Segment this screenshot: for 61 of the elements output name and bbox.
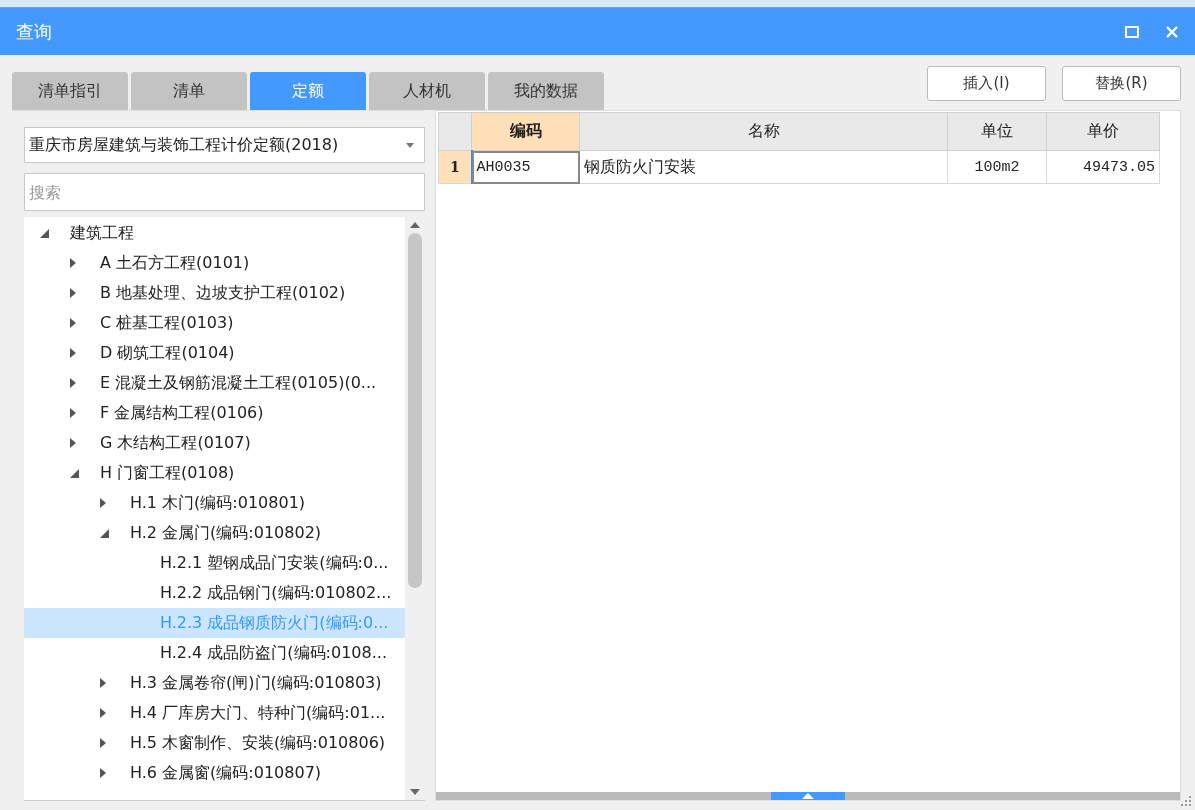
tab[interactable]: 人材机 [369, 72, 485, 110]
tree-item[interactable]: H.2.4 成品防盗门(编码:0108... [24, 638, 405, 668]
tree-item[interactable]: H.4 厂库房大门、特种门(编码:01... [24, 698, 405, 728]
collapse-icon[interactable] [40, 228, 49, 238]
expand-icon[interactable] [70, 438, 76, 448]
collapse-icon[interactable] [100, 528, 109, 538]
table-cell: 钢质防火门安装 [579, 150, 948, 184]
action-button[interactable]: 替换(R) [1062, 66, 1181, 101]
tree-item[interactable]: 建筑工程 [24, 218, 405, 248]
row-number[interactable]: 1 [438, 150, 472, 184]
expand-up-icon[interactable] [802, 793, 814, 799]
expand-icon[interactable] [100, 738, 106, 748]
tree-item[interactable]: H.5 木窗制作、安装(编码:010806) [24, 728, 405, 758]
tree-item[interactable]: A 土石方工程(0101) [24, 248, 405, 278]
column-header[interactable]: 单位 [947, 112, 1047, 151]
table-cell: 100m2 [947, 150, 1047, 184]
expand-icon[interactable] [70, 288, 76, 298]
tree-item[interactable]: H.2 金属门(编码:010802) [24, 518, 405, 548]
tree-item[interactable]: D 砌筑工程(0104) [24, 338, 405, 368]
table-cell: AH0035 [471, 150, 580, 184]
resize-grip-icon[interactable] [1180, 795, 1192, 807]
table-cell: 49473.05 [1046, 150, 1160, 184]
tree-item[interactable]: B 地基处理、边坡支护工程(0102) [24, 278, 405, 308]
splitter-handle[interactable] [771, 792, 845, 800]
tree-item[interactable]: H.1 木门(编码:010801) [24, 488, 405, 518]
expand-icon[interactable] [70, 378, 76, 388]
expand-icon[interactable] [70, 258, 76, 268]
tree-item[interactable]: H.6 金属窗(编码:010807) [24, 758, 405, 788]
search-field[interactable]: 搜索 [24, 173, 425, 211]
expand-icon[interactable] [70, 408, 76, 418]
expand-icon[interactable] [70, 348, 76, 358]
window-title: 查询 [16, 19, 52, 44]
tab[interactable]: 我的数据 [488, 72, 604, 110]
expand-icon[interactable] [100, 768, 106, 778]
scroll-up-icon[interactable] [410, 222, 420, 228]
tree-item[interactable]: F 金属结构工程(0106) [24, 398, 405, 428]
caret-icon [406, 142, 414, 148]
tree-item[interactable]: C 桩基工程(0103) [24, 308, 405, 338]
expand-icon[interactable] [100, 708, 106, 718]
scroll-thumb[interactable] [408, 233, 422, 588]
column-header[interactable]: 编码 [471, 112, 580, 151]
scrollbar[interactable] [405, 217, 425, 800]
expand-icon[interactable] [70, 318, 76, 328]
tree-item[interactable]: E 混凝土及钢筋混凝土工程(0105)(0... [24, 368, 405, 398]
maximize-icon[interactable] [1125, 25, 1139, 38]
expand-icon[interactable] [100, 678, 106, 688]
collapse-icon[interactable] [70, 468, 79, 478]
tree-item[interactable]: H.3 金属卷帘(闸)门(编码:010803) [24, 668, 405, 698]
library-dropdown[interactable]: 重庆市房屋建筑与装饰工程计价定额(2018) [24, 127, 425, 163]
tree-item[interactable]: H 门窗工程(0108) [24, 458, 405, 488]
tab[interactable]: 清单 [131, 72, 247, 110]
tree-item[interactable]: G 木结构工程(0107) [24, 428, 405, 458]
expand-icon[interactable] [100, 498, 106, 508]
close-icon[interactable] [1165, 24, 1179, 39]
scroll-down-icon[interactable] [410, 789, 420, 795]
column-header[interactable]: 单价 [1046, 112, 1160, 151]
action-button[interactable]: 插入(I) [927, 66, 1046, 101]
column-header[interactable]: 名称 [579, 112, 948, 151]
tab[interactable]: 清单指引 [12, 72, 128, 110]
tree-item[interactable]: H.2.2 成品钢门(编码:010802... [24, 578, 405, 608]
tree-item[interactable]: H.2.1 塑钢成品门安装(编码:0... [24, 548, 405, 578]
